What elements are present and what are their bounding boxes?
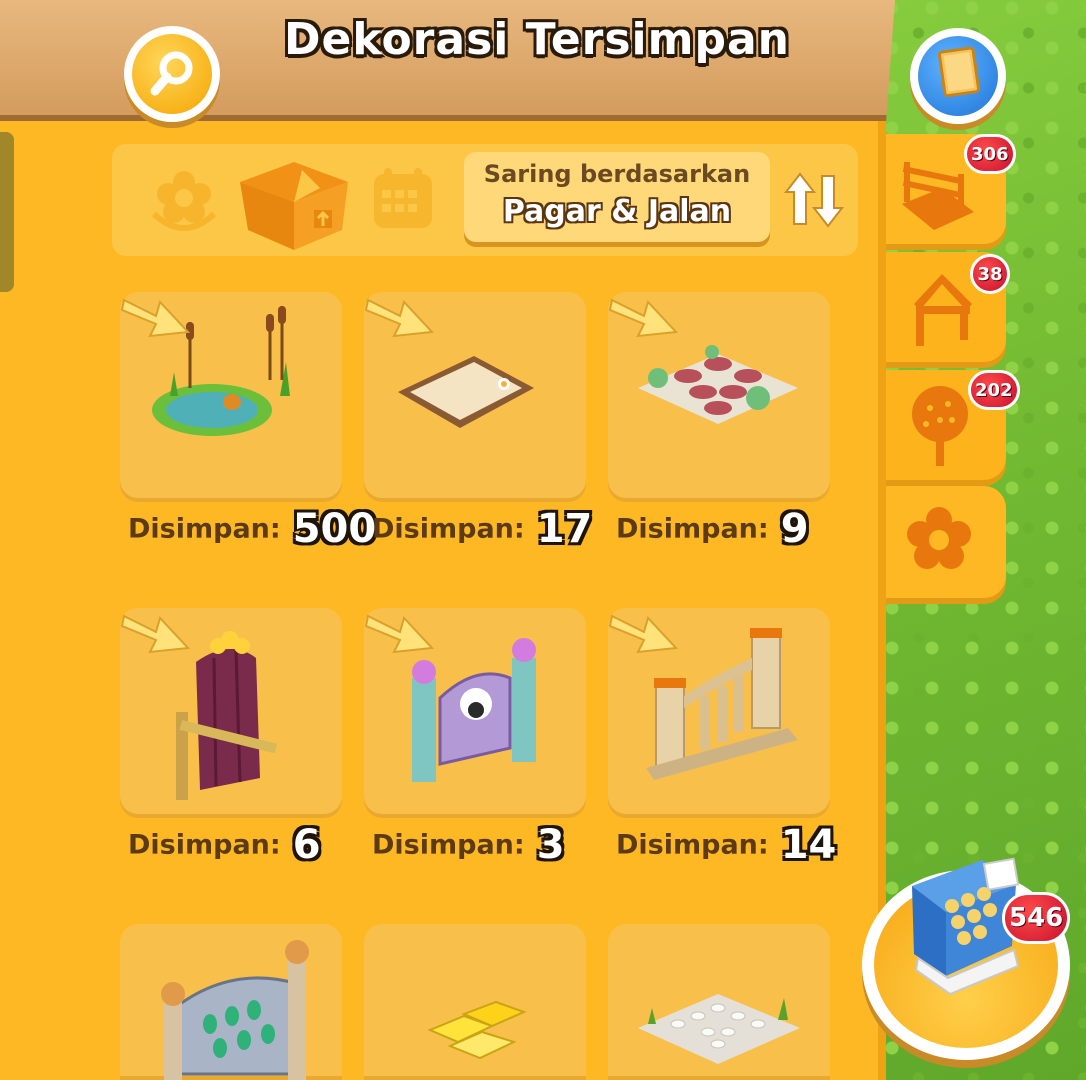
- filter-value: Pagar & Jalan: [502, 194, 732, 229]
- gold-path-image: [427, 1000, 527, 1060]
- filter-caption: Saring berdasarkan: [483, 160, 751, 188]
- item-sheep-gate[interactable]: [364, 608, 586, 818]
- item-purple-gate[interactable]: [120, 608, 342, 818]
- tab-fences-badge: 306: [964, 134, 1016, 174]
- tab-trees[interactable]: 202: [886, 370, 1020, 480]
- item-gold-path[interactable]: [364, 924, 586, 1080]
- album-icon: [937, 46, 980, 98]
- shelter-icon: [914, 274, 972, 346]
- place-arrow-icon: [120, 614, 191, 654]
- item-gem-arch[interactable]: [120, 924, 342, 1080]
- sort-icon[interactable]: [782, 170, 848, 230]
- item-pond[interactable]: [120, 292, 342, 502]
- place-arrow-icon: [608, 614, 679, 654]
- tree-icon: [912, 386, 968, 466]
- place-arrow-icon: [364, 298, 435, 338]
- filter-dropdown[interactable]: Saring berdasarkan Pagar & Jalan: [464, 152, 770, 242]
- stored-count-column-fence: Disimpan: 14: [616, 822, 837, 868]
- stored-count-sandbox: Disimpan: 17: [372, 506, 593, 552]
- search-icon: [150, 51, 193, 96]
- search-button[interactable]: [124, 26, 220, 122]
- shop-badge: 546: [1002, 892, 1071, 944]
- item-sandbox[interactable]: [364, 292, 586, 502]
- tab-shelters[interactable]: 38: [886, 252, 1010, 362]
- album-button[interactable]: [910, 28, 1006, 124]
- stored-count-purple-gate: Disimpan: 6: [128, 822, 321, 868]
- tab-trees-badge: 202: [968, 370, 1020, 410]
- stored-count-sheep-gate: Disimpan: 3: [372, 822, 565, 868]
- drawer-handle[interactable]: [0, 132, 14, 292]
- pebble-path-image: [638, 994, 800, 1064]
- gem-arch-image: [161, 940, 309, 1080]
- item-garden-path[interactable]: [608, 292, 830, 502]
- item-column-fence[interactable]: [608, 608, 830, 818]
- calendar-icon[interactable]: [370, 166, 436, 232]
- flower-icon[interactable]: [148, 164, 220, 236]
- tab-fences[interactable]: 306: [886, 134, 1016, 244]
- stored-count-pond: Disimpan: 500: [128, 506, 377, 552]
- item-pebble-path[interactable]: [608, 924, 830, 1080]
- shop-button[interactable]: 546: [862, 857, 1071, 1060]
- stored-count-garden-path: Disimpan: 9: [616, 506, 809, 552]
- place-arrow-icon: [608, 298, 679, 338]
- flower-icon: [907, 507, 971, 569]
- place-arrow-icon: [120, 298, 191, 338]
- box-icon[interactable]: [230, 152, 358, 252]
- place-arrow-icon: [364, 614, 435, 654]
- tab-decorations[interactable]: [886, 486, 1006, 598]
- filter-bar: Saring berdasarkan Pagar & Jalan: [112, 144, 858, 256]
- tab-shelters-badge: 38: [970, 254, 1010, 294]
- fence-icon: [902, 162, 974, 230]
